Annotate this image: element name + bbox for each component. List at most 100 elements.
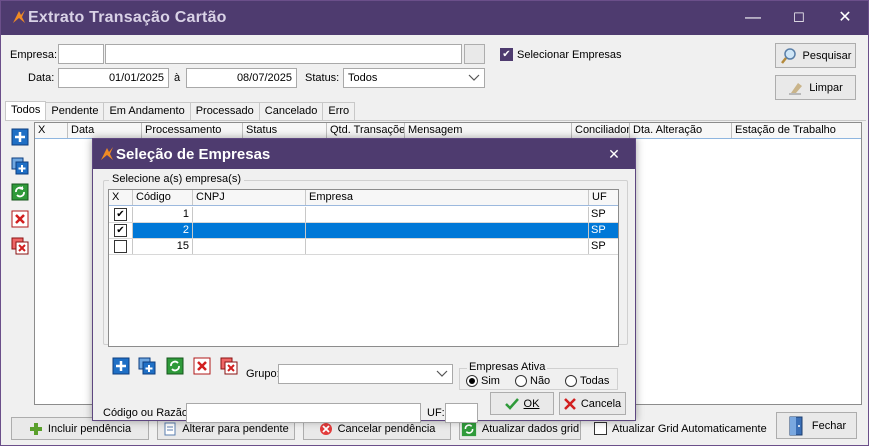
- dialog-close-button[interactable]: ✕: [603, 144, 625, 164]
- selecionar-empresas-checkbox[interactable]: Selecionar Empresas: [500, 48, 622, 61]
- close-icon: [563, 397, 576, 410]
- refresh-icon[interactable]: [166, 357, 184, 375]
- add-multiple-icon[interactable]: [11, 157, 29, 175]
- uf-input[interactable]: [445, 403, 478, 423]
- delete-multiple-icon[interactable]: [11, 237, 29, 255]
- delete-icon[interactable]: [193, 357, 211, 375]
- refresh-icon[interactable]: [11, 183, 29, 201]
- close-button[interactable]: ✕: [822, 1, 868, 35]
- empresa-code-input[interactable]: [58, 44, 104, 64]
- cancel-icon: [319, 422, 332, 435]
- data-to-input[interactable]: 08/07/2025: [186, 68, 297, 88]
- pesquisar-label: Pesquisar: [802, 49, 852, 62]
- atualizar-label: Atualizar dados grid: [481, 422, 580, 435]
- row-checkbox[interactable]: [114, 208, 127, 221]
- row-checkbox-cell[interactable]: [109, 223, 133, 238]
- data-label: Data:: [28, 72, 55, 84]
- table-row[interactable]: 15 SP: [109, 239, 618, 255]
- tab-pendente[interactable]: Pendente: [45, 102, 105, 120]
- column-header[interactable]: Mensagem: [405, 123, 572, 138]
- radio-nao[interactable]: Não: [515, 375, 550, 387]
- radio-todas-label: Todas: [580, 375, 610, 387]
- codigo-razao-input[interactable]: [186, 403, 421, 423]
- empresas-grid[interactable]: X Código CNPJ Empresa UF 1 SP 2 SP: [108, 189, 619, 347]
- empresas-grid-header: X Código CNPJ Empresa UF: [109, 190, 618, 206]
- cancela-label: Cancela: [580, 397, 622, 410]
- minimize-button[interactable]: —: [730, 1, 776, 35]
- checkbox-box[interactable]: [500, 48, 513, 61]
- row-checkbox[interactable]: [114, 240, 127, 253]
- empresa-lookup-button[interactable]: [464, 44, 485, 64]
- column-header[interactable]: UF: [589, 190, 618, 205]
- column-header[interactable]: Status: [243, 123, 327, 138]
- ok-label: OK: [523, 397, 540, 410]
- search-icon: [780, 47, 796, 64]
- row-checkbox-cell[interactable]: [109, 239, 133, 254]
- checkbox-box[interactable]: [594, 422, 607, 435]
- column-header[interactable]: Data: [68, 123, 142, 138]
- codigo-razao-label: Código ou Razão:: [103, 407, 192, 419]
- column-header[interactable]: Dta. Alteração: [630, 123, 732, 138]
- radio-nao-button[interactable]: [515, 375, 527, 387]
- fechar-label: Fechar: [811, 419, 847, 432]
- grid-header: X Data Processamento Status Qtd. Transaç…: [35, 123, 861, 139]
- document-edit-icon: [164, 422, 176, 435]
- window-title: Extrato Transação Cartão: [28, 9, 227, 26]
- column-header[interactable]: X: [109, 190, 133, 205]
- uf-label: UF:: [427, 407, 445, 419]
- uf-cell: SP: [591, 224, 606, 236]
- tab-todos[interactable]: Todos: [5, 101, 47, 120]
- tabs-divider: [5, 120, 866, 121]
- radio-sim[interactable]: Sim: [466, 375, 500, 387]
- plus-icon: [29, 422, 42, 435]
- limpar-button[interactable]: Limpar: [775, 75, 856, 100]
- radio-sim-label: Sim: [481, 375, 500, 387]
- column-header[interactable]: Conciliadora: [572, 123, 630, 138]
- radio-todas-button[interactable]: [565, 375, 577, 387]
- app-logo-icon: [101, 147, 113, 160]
- tab-em-andamento[interactable]: Em Andamento: [103, 102, 191, 120]
- limpar-label: Limpar: [809, 81, 843, 94]
- add-icon[interactable]: [112, 357, 130, 375]
- cancela-button[interactable]: Cancela: [559, 392, 626, 415]
- empresa-name-input[interactable]: [105, 44, 462, 64]
- column-header[interactable]: CNPJ: [193, 190, 306, 205]
- column-header[interactable]: Código: [133, 190, 193, 205]
- empresa-cell: [306, 223, 589, 238]
- cnpj-cell: [193, 239, 306, 254]
- delete-multiple-icon[interactable]: [220, 357, 238, 375]
- status-select[interactable]: Todos: [343, 68, 485, 88]
- column-header[interactable]: Empresa: [306, 190, 589, 205]
- tab-erro[interactable]: Erro: [322, 102, 356, 120]
- row-checkbox[interactable]: [114, 224, 127, 237]
- title-bar: Extrato Transação Cartão — ☐ ✕: [1, 1, 868, 35]
- auto-refresh-checkbox[interactable]: Atualizar Grid Automaticamente: [594, 422, 767, 435]
- radio-sim-button[interactable]: [466, 375, 478, 387]
- status-label: Status:: [305, 72, 340, 84]
- fechar-button[interactable]: Fechar: [776, 412, 857, 439]
- add-icon[interactable]: [11, 128, 29, 146]
- pesquisar-button[interactable]: Pesquisar: [775, 43, 856, 68]
- add-multiple-icon[interactable]: [138, 357, 156, 375]
- codigo-cell: 1: [133, 207, 193, 222]
- table-row[interactable]: 2 SP: [109, 223, 618, 239]
- column-header[interactable]: Estação de Trabalho: [732, 123, 861, 138]
- grupo-select[interactable]: [278, 364, 453, 384]
- radio-todas[interactable]: Todas: [565, 375, 609, 387]
- ok-button[interactable]: OK: [490, 392, 554, 415]
- tab-processado[interactable]: Processado: [189, 102, 260, 120]
- status-tabs: Todos Pendente Em Andamento Processado C…: [5, 101, 356, 120]
- status-value: Todos: [348, 72, 378, 84]
- row-checkbox-cell[interactable]: [109, 207, 133, 222]
- column-header[interactable]: X: [35, 123, 68, 138]
- column-header[interactable]: Processamento: [142, 123, 243, 138]
- grupo-label: Grupo:: [246, 368, 280, 380]
- chevron-down-icon: [436, 370, 448, 377]
- delete-icon[interactable]: [11, 210, 29, 228]
- table-row[interactable]: 1 SP: [109, 207, 618, 223]
- column-header[interactable]: Qtd. Transações: [327, 123, 405, 138]
- tab-cancelado[interactable]: Cancelado: [258, 102, 324, 120]
- empresa-cell: [306, 207, 589, 222]
- maximize-button[interactable]: ☐: [776, 1, 822, 35]
- data-from-input[interactable]: 01/01/2025: [58, 68, 169, 88]
